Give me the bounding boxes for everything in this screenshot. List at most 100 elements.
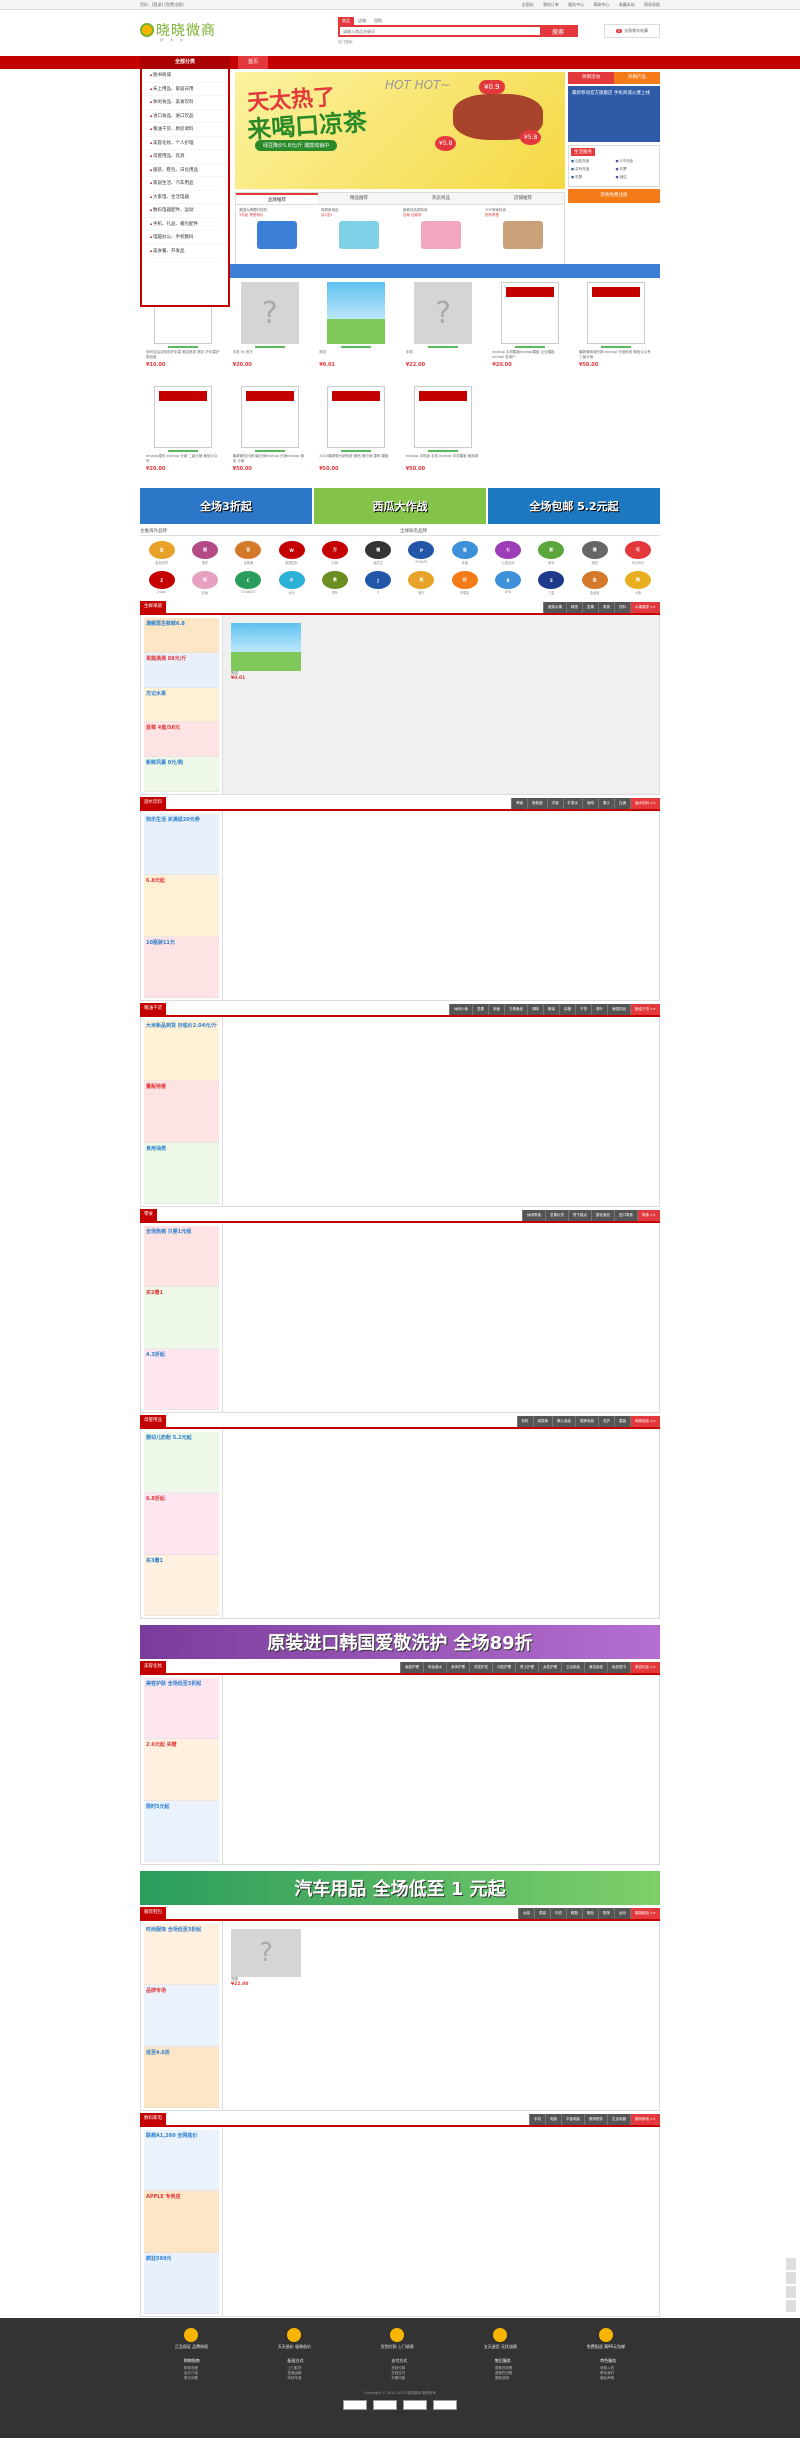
floor-promo[interactable]: 婴幼儿奶粉 5.2元起 <box>144 1432 219 1494</box>
product-card[interactable]: ecshop 手机版 手机 ecshop 手机模板 微商城 ¥50.00 <box>400 382 487 486</box>
floor-promo[interactable]: 买3赠1 <box>144 1554 219 1616</box>
floor-tag[interactable]: 纸品湿巾 <box>607 1662 631 1673</box>
brand-item[interactable]: 好好丽友 <box>443 569 486 599</box>
floor-tag[interactable]: 运动 <box>614 1908 631 1919</box>
service-link[interactable]: 话费充值 <box>571 159 613 164</box>
category-item[interactable]: 图书商城 <box>142 69 228 83</box>
toolbar-button[interactable] <box>786 2286 796 2298</box>
brand-item[interactable]: 福福先生 <box>356 539 399 569</box>
floor-tag[interactable]: 果汁 <box>598 798 615 809</box>
floor-tag[interactable]: 手机 <box>529 2114 546 2125</box>
product-card[interactable]: ? 手机 5s 官方 ¥20.00 <box>227 278 314 382</box>
top-link[interactable]: 网站导航 <box>644 2 660 7</box>
floor-promo[interactable]: 4.3折起 <box>144 1348 219 1410</box>
floor-promo[interactable]: 杰记水果 <box>144 687 219 723</box>
hero-banner[interactable]: 天太热了 来喝口凉茶 绿豆降价5.8元/斤 爆款热销中 HOT HOT~ ¥0.… <box>235 72 565 189</box>
floor-tag[interactable]: 蔬菜水果 <box>543 602 567 613</box>
toolbar-button[interactable] <box>786 2258 796 2270</box>
floor-more-link[interactable]: 服装鞋包 >> <box>630 1908 660 1919</box>
floor-more-link[interactable]: 美容化妆 >> <box>630 1662 660 1673</box>
toolbar-button[interactable] <box>786 2300 796 2312</box>
brand-item[interactable]: J JJ <box>356 569 399 599</box>
brand-item[interactable]: W 泰国四叶 <box>270 539 313 569</box>
mobile-store-ad[interactable]: 最新移动官方旗舰店 手机商城火爆上线 <box>568 86 660 142</box>
brand-item[interactable]: 雀雀巢 <box>443 539 486 569</box>
cart-button[interactable]: 0 去购物车结算 <box>604 24 660 38</box>
top-link[interactable]: 帮助中心 <box>593 2 609 7</box>
floor-tag[interactable]: 坚果炒货 <box>545 1210 569 1221</box>
footer-link[interactable]: 隐私声明 <box>600 2376 616 2381</box>
floor-promo[interactable]: 10瓶装11元 <box>144 936 219 998</box>
brand-item[interactable]: 熊小熊 <box>616 569 659 599</box>
toolbar-button[interactable] <box>786 2272 796 2284</box>
floor-tag[interactable]: 卫浴用品 <box>561 1662 585 1673</box>
top-link[interactable]: 收藏本站 <box>619 2 635 7</box>
floor-tag[interactable]: 生活电器 <box>607 2114 631 2125</box>
category-item[interactable]: 粮油干货、厨房调料 <box>142 123 228 137</box>
floor-promo[interactable]: 时尚服饰 全场低至3折起 <box>144 1924 219 1986</box>
floor-promo[interactable]: 买2赠1 <box>144 1287 219 1349</box>
tab-hot-products[interactable]: 热销产品 <box>614 72 660 84</box>
floor-tag[interactable]: 女性护理 <box>538 1662 562 1673</box>
product-card[interactable]: 测试 ¥0.01 <box>313 278 400 382</box>
floor-tag[interactable]: 电脑 <box>545 2114 562 2125</box>
floor-promo[interactable]: 大米新品到货 抄底价2.04元/斤 <box>144 1020 219 1082</box>
floor-tag[interactable]: 休闲小食 <box>449 1004 473 1015</box>
floor-more-link[interactable]: 水果蔬菜 >> <box>630 602 660 613</box>
tab-shop[interactable]: 店铺推荐 <box>482 193 564 204</box>
category-item[interactable]: 母婴用品、玩具 <box>142 150 228 164</box>
login-links[interactable]: 您好，[登录] [免费注册] <box>140 2 184 8</box>
floor-promo[interactable]: 联想A1,260 全网底价 <box>144 2130 219 2192</box>
search-tab-shop[interactable]: 店铺 <box>354 17 370 25</box>
floor-tag[interactable]: 咖啡 <box>582 798 599 809</box>
floor-promo[interactable]: 蓝莓 4盒/58元 <box>144 722 219 758</box>
floor-promo[interactable]: 6.8折起 <box>144 1493 219 1555</box>
category-item[interactable]: 休闲食品、美食饮料 <box>142 96 228 110</box>
brand-item[interactable]: 德德佑 <box>573 539 616 569</box>
floor-more-link[interactable]: 粮油干货 >> <box>630 1004 660 1015</box>
floor-tag[interactable]: 鞋靴 <box>566 1908 583 1919</box>
floor-tag[interactable]: 纸尿裤 <box>532 1416 553 1427</box>
floor-promo[interactable]: 品牌专场 <box>144 1985 219 2047</box>
floor-tag[interactable]: 方便食品 <box>504 1004 528 1015</box>
product-card[interactable]: 最新微商城分销 ecshop 分销系统 微信公众号 三级分销 ¥50.00 <box>573 278 660 382</box>
tab-featured[interactable]: 精品推荐 <box>318 193 400 204</box>
floor-tag[interactable]: 奶粉 <box>516 1416 533 1427</box>
floor-promo[interactable]: 疯狂599元 <box>144 2252 219 2314</box>
floor-tag[interactable]: 杂粮 <box>559 1004 576 1015</box>
floor-tag[interactable]: 内衣 <box>550 1908 567 1919</box>
category-item[interactable]: 床上用品、家居日用 <box>142 83 228 96</box>
floor-tag[interactable]: 饮料 <box>614 602 631 613</box>
brand-item[interactable]: 万万和 <box>313 539 356 569</box>
category-item[interactable]: 数码电器配件、运动 <box>142 204 228 218</box>
brand-item[interactable]: 茶茶叶 <box>313 569 356 599</box>
floor-promo[interactable]: 6.8元起 <box>144 875 219 937</box>
brand-item[interactable]: 可可口可乐 <box>616 539 659 569</box>
brand-item[interactable]: B BYD <box>486 569 529 599</box>
category-item[interactable]: 手机、礼品、箱包配件 <box>142 218 228 231</box>
brand-item[interactable]: 水水乐 <box>270 569 313 599</box>
service-link[interactable]: 机票 <box>571 175 613 180</box>
nav-home[interactable]: 首页 <box>238 56 269 69</box>
product-card[interactable]: ecshop插件 ecshop 分销 二级分销 微信公众号 ¥20.00 <box>140 382 227 486</box>
category-item[interactable]: 家居生活、汽车用品 <box>142 177 228 191</box>
footer-link[interactable]: 分期付款 <box>391 2376 407 2381</box>
floor-more-link[interactable]: 数码家电 >> <box>630 2114 660 2125</box>
floor-tag[interactable]: 彩妆香水 <box>423 1662 447 1673</box>
service-link[interactable]: 游戏充值 <box>571 167 613 172</box>
category-item[interactable]: 进口食品、进口饮品 <box>142 110 228 123</box>
floor-promo[interactable]: 低至4.6折 <box>144 2046 219 2108</box>
floor-tag[interactable]: 配饰 <box>598 1908 615 1919</box>
ad-banner[interactable]: 西瓜大作战 <box>314 488 486 524</box>
product-card[interactable]: 最新微信分销3级分销ecshop 分销ecshop 微信 分销 ¥50.00 <box>227 382 314 486</box>
floor-tag[interactable]: 调味 <box>527 1004 544 1015</box>
recommend-item[interactable]: TOP商家特卖 抢购享受 <box>482 205 564 252</box>
floor-tag[interactable]: 饼干糕点 <box>568 1210 592 1221</box>
site-logo[interactable]: 晓晓微商 微 商 城 <box>140 18 230 46</box>
floor-tag[interactable]: 童装 <box>614 1416 631 1427</box>
brand-item[interactable]: 金金龙鱼 <box>573 569 616 599</box>
category-item[interactable]: 美容化妆、个人护理 <box>142 137 228 150</box>
search-tab-group[interactable]: 团购 <box>370 17 386 25</box>
category-item[interactable]: 大家电、生活电器 <box>142 191 228 204</box>
promo-banner[interactable]: 原装进口韩国爱敬洗护 全场89折 <box>140 1625 660 1659</box>
